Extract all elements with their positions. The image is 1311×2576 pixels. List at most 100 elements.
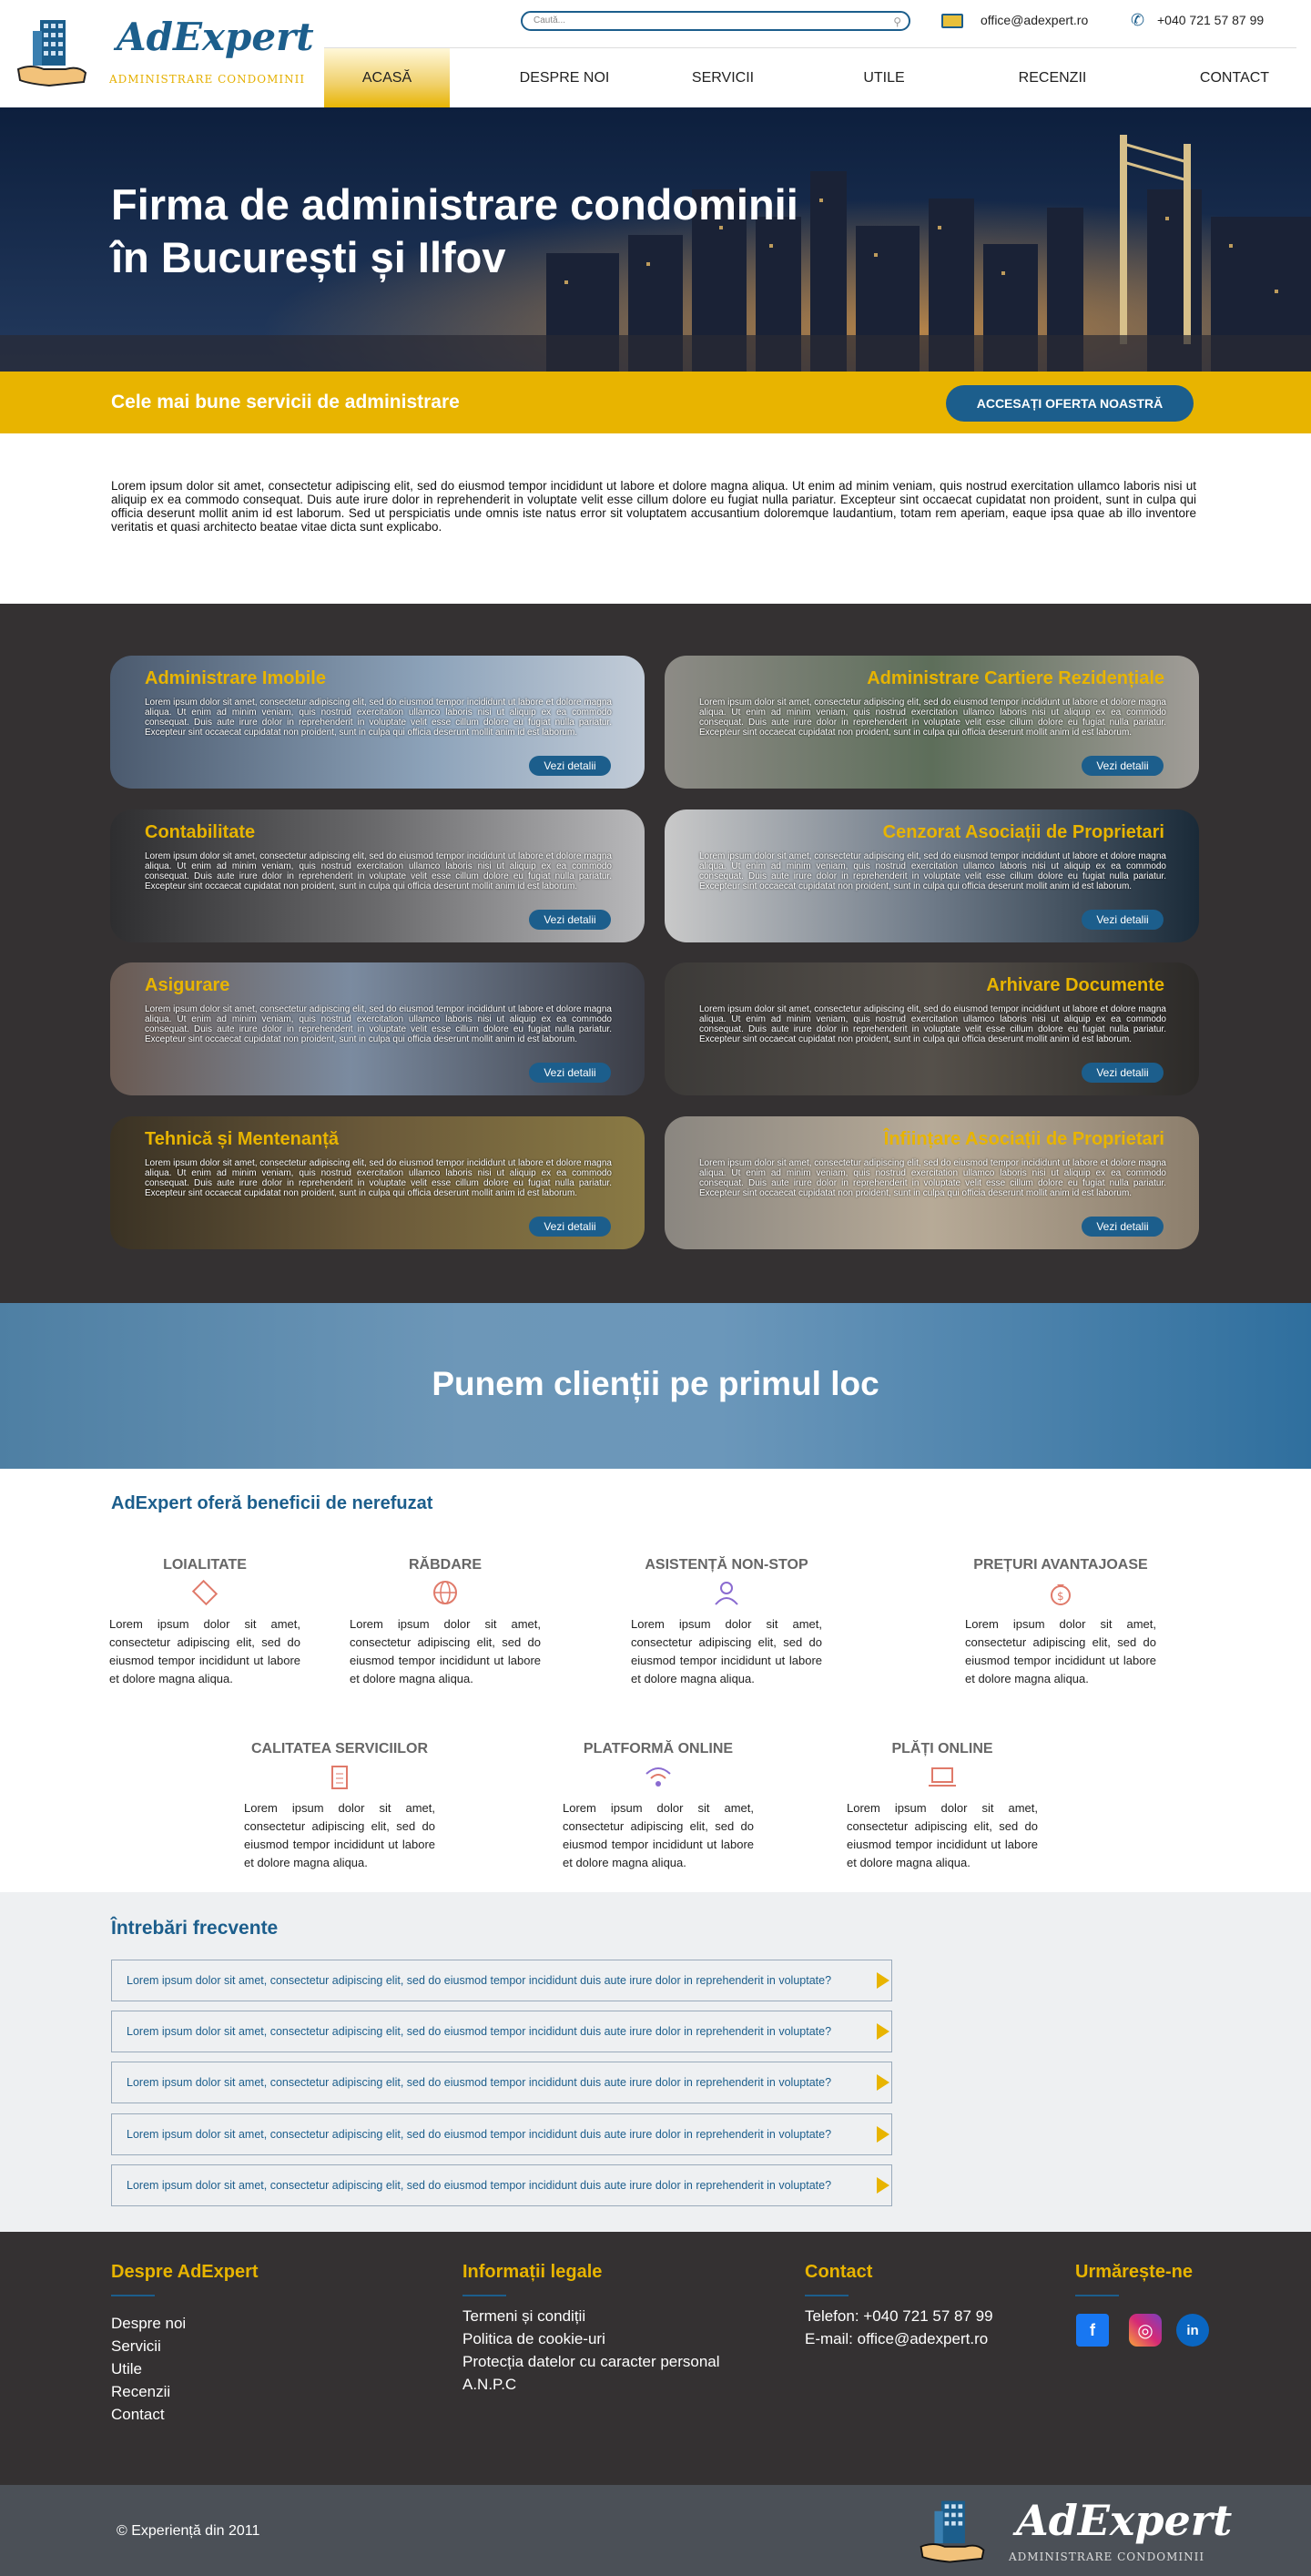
footer-about-title: Despre AdExpert xyxy=(111,2262,259,2296)
service-text: Lorem ipsum dolor sit amet, consectetur … xyxy=(145,1158,612,1198)
benefit-plati: PLĂȚI ONLINE Lorem ipsum dolor sit amet,… xyxy=(847,1741,1038,1872)
copyright-text: © Experiență din 2011 xyxy=(117,2523,260,2539)
header-email[interactable]: office@adexpert.ro xyxy=(981,13,1088,27)
linkedin-icon[interactable]: in xyxy=(1176,2314,1209,2347)
benefit-title: PLĂȚI ONLINE xyxy=(891,1741,993,1756)
benefit-text: Lorem ipsum dolor sit amet, consectetur … xyxy=(244,1801,435,1869)
expand-arrow-icon[interactable] xyxy=(877,2023,889,2040)
benefit-text: Lorem ipsum dolor sit amet, consectetur … xyxy=(965,1617,1156,1685)
faq-item[interactable]: Lorem ipsum dolor sit amet, consectetur … xyxy=(111,1960,892,2001)
offer-button[interactable]: ACCESAȚI OFERTA NOASTRĂ xyxy=(946,385,1194,422)
search-input[interactable]: Caută... ⚲ xyxy=(521,11,910,31)
footer-brand-name[interactable]: AdExpert xyxy=(1016,2496,1232,2545)
hero-title-line2: în București și Ilfov xyxy=(111,233,506,281)
logo[interactable] xyxy=(13,15,91,93)
details-button[interactable]: Vezi detalii xyxy=(529,1217,611,1237)
wifi-icon xyxy=(643,1763,674,1790)
service-card-administrare-imobile[interactable]: Administrare Imobile Lorem ipsum dolor s… xyxy=(110,656,645,789)
footer-link-despre-noi[interactable]: Despre noi xyxy=(111,2312,186,2335)
service-text: Lorem ipsum dolor sit amet, consectetur … xyxy=(699,697,1166,738)
service-card-cenzorat[interactable]: Cenzorat Asociații de Proprietari Lorem … xyxy=(665,809,1199,942)
globe-icon xyxy=(430,1579,461,1606)
intro-paragraph: Lorem ipsum dolor sit amet, consectetur … xyxy=(111,479,1196,534)
expand-arrow-icon[interactable] xyxy=(877,2126,889,2143)
benefit-title: ASISTENȚĂ NON-STOP xyxy=(645,1557,808,1573)
service-card-asigurare[interactable]: Asigurare Lorem ipsum dolor sit amet, co… xyxy=(110,962,645,1095)
benefit-title: PREȚURI AVANTAJOASE xyxy=(973,1557,1148,1573)
details-button[interactable]: Vezi detalii xyxy=(529,910,611,930)
footer-brand-subtitle: ADMINISTRARE CONDOMINII xyxy=(1009,2551,1205,2563)
footer-link-utile[interactable]: Utile xyxy=(111,2357,186,2380)
svg-text:$: $ xyxy=(1057,1590,1064,1603)
footer-link-termeni[interactable]: Termeni și condiții xyxy=(462,2305,720,2327)
footer-link-cookies[interactable]: Politica de cookie-uri xyxy=(462,2327,720,2350)
service-card-arhivare[interactable]: Arhivare Documente Lorem ipsum dolor sit… xyxy=(665,962,1199,1095)
hero-banner: Firma de administrare condominii în Bucu… xyxy=(0,107,1311,372)
details-button[interactable]: Vezi detalii xyxy=(1082,1063,1164,1083)
faq-title: Întrebări frecvente xyxy=(111,1918,279,1939)
header-phone[interactable]: +040 721 57 87 99 xyxy=(1157,13,1264,27)
nav-item-contact[interactable]: CONTACT xyxy=(1180,48,1289,108)
expand-arrow-icon[interactable] xyxy=(877,1972,889,1989)
footer-link-servicii[interactable]: Servicii xyxy=(111,2335,186,2357)
service-text: Lorem ipsum dolor sit amet, consectetur … xyxy=(699,1004,1166,1044)
search-placeholder: Caută... xyxy=(534,15,566,25)
handshake-icon xyxy=(189,1579,220,1606)
service-card-infiintare[interactable]: Înființare Asociații de Proprietari Lore… xyxy=(665,1116,1199,1249)
service-card-cartiere-rezidentiale[interactable]: Administrare Cartiere Rezidențiale Lorem… xyxy=(665,656,1199,789)
nav-item-despre-noi[interactable]: DESPRE NOI xyxy=(501,48,628,108)
benefit-text: Lorem ipsum dolor sit amet, consectetur … xyxy=(350,1617,541,1685)
site-header: AdExpert ADMINISTRARE CONDOMINII Caută..… xyxy=(0,0,1311,108)
details-button[interactable]: Vezi detalii xyxy=(529,1063,611,1083)
service-text: Lorem ipsum dolor sit amet, consectetur … xyxy=(145,1004,612,1044)
service-card-tehnica[interactable]: Tehnică și Mentenanță Lorem ipsum dolor … xyxy=(110,1116,645,1249)
nav-item-utile[interactable]: UTILE xyxy=(834,48,934,108)
service-title: Administrare Imobile xyxy=(145,668,326,688)
facebook-icon[interactable]: f xyxy=(1076,2314,1109,2347)
faq-question: Lorem ipsum dolor sit amet, consectetur … xyxy=(127,2179,832,2192)
expand-arrow-icon[interactable] xyxy=(877,2074,889,2091)
service-card-contabilitate[interactable]: Contabilitate Lorem ipsum dolor sit amet… xyxy=(110,809,645,942)
benefit-platforma: PLATFORMĂ ONLINE Lorem ipsum dolor sit a… xyxy=(563,1741,754,1872)
promo-text: Cele mai bune servicii de administrare xyxy=(111,392,460,412)
footer-contact-info: Telefon: +040 721 57 87 99 E-mail: offic… xyxy=(805,2305,993,2350)
footer-phone[interactable]: Telefon: +040 721 57 87 99 xyxy=(805,2305,993,2327)
details-button[interactable]: Vezi detalii xyxy=(1082,756,1164,776)
expand-arrow-icon[interactable] xyxy=(877,2177,889,2194)
brand-name[interactable]: AdExpert xyxy=(117,15,314,59)
faq-question: Lorem ipsum dolor sit amet, consectetur … xyxy=(127,2076,832,2089)
support-icon xyxy=(711,1579,742,1606)
site-footer: Despre AdExpert Despre noi Servicii Util… xyxy=(0,2232,1311,2485)
faq-item[interactable]: Lorem ipsum dolor sit amet, consectetur … xyxy=(111,2062,892,2103)
faq-question: Lorem ipsum dolor sit amet, consectetur … xyxy=(127,1974,832,1987)
details-button[interactable]: Vezi detalii xyxy=(1082,1217,1164,1237)
promo-bar: Cele mai bune servicii de administrare A… xyxy=(0,372,1311,433)
benefit-text: Lorem ipsum dolor sit amet, consectetur … xyxy=(109,1617,300,1685)
footer-link-contact[interactable]: Contact xyxy=(111,2403,186,2426)
service-title: Cenzorat Asociații de Proprietari xyxy=(882,822,1164,842)
nav-item-recenzii[interactable]: RECENZII xyxy=(998,48,1107,108)
details-button[interactable]: Vezi detalii xyxy=(529,756,611,776)
faq-item[interactable]: Lorem ipsum dolor sit amet, consectetur … xyxy=(111,2164,892,2206)
footer-link-recenzii[interactable]: Recenzii xyxy=(111,2380,186,2403)
faq-item[interactable]: Lorem ipsum dolor sit amet, consectetur … xyxy=(111,2011,892,2052)
footer-link-gdpr[interactable]: Protecția datelor cu caracter personal xyxy=(462,2350,720,2373)
instagram-icon[interactable]: ◎ xyxy=(1129,2314,1162,2347)
search-icon[interactable]: ⚲ xyxy=(893,14,901,30)
faq-item[interactable]: Lorem ipsum dolor sit amet, consectetur … xyxy=(111,2113,892,2155)
footer-email[interactable]: E-mail: office@adexpert.ro xyxy=(805,2327,993,2350)
laptop-icon xyxy=(927,1763,958,1790)
logo-building-icon xyxy=(16,20,87,87)
nav-item-servicii[interactable]: SERVICII xyxy=(668,48,777,108)
hero-title-line1: Firma de administrare condominii xyxy=(111,180,798,229)
clients-band: Punem clienții pe primul loc xyxy=(0,1303,1311,1469)
details-button[interactable]: Vezi detalii xyxy=(1082,910,1164,930)
service-title: Asigurare xyxy=(145,975,230,995)
service-title: Administrare Cartiere Rezidențiale xyxy=(867,668,1164,688)
main-nav: ACASĂ DESPRE NOI SERVICII UTILE RECENZII… xyxy=(324,47,1296,108)
hero-title: Firma de administrare condominii în Bucu… xyxy=(111,178,798,284)
nav-item-acasa[interactable]: ACASĂ xyxy=(324,48,450,108)
footer-link-anpc[interactable]: A.N.P.C xyxy=(462,2373,720,2396)
benefit-title: RĂBDARE xyxy=(409,1557,482,1573)
money-bag-icon: $ xyxy=(1045,1579,1076,1606)
